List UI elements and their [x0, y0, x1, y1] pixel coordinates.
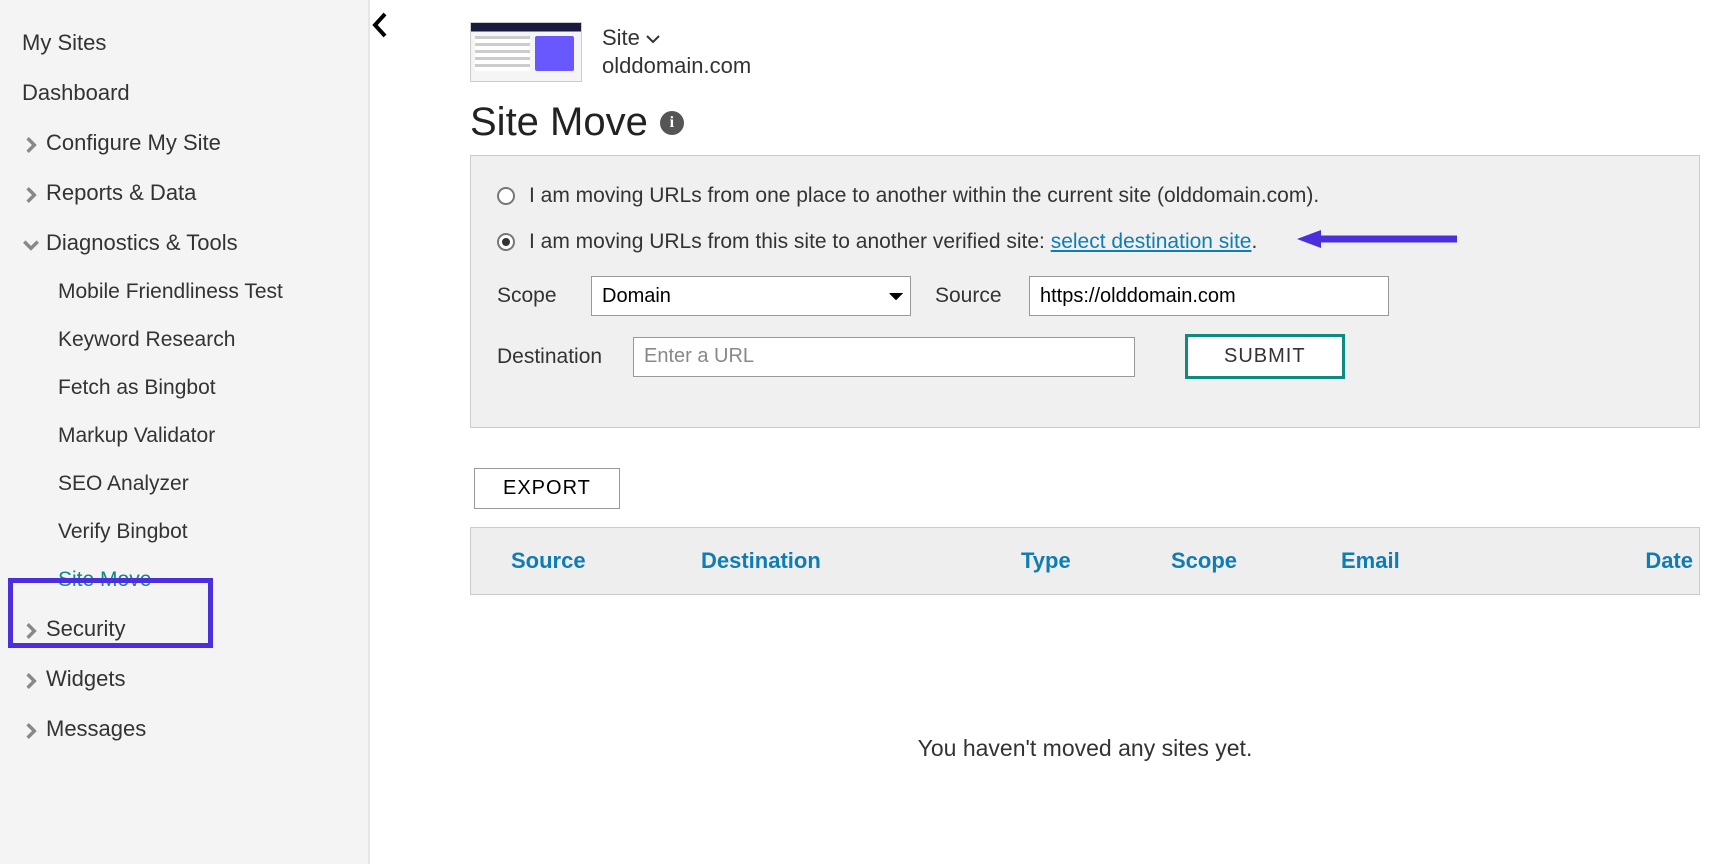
- nav-label: Mobile Friendliness Test: [58, 280, 283, 303]
- nav-label: Dashboard: [22, 80, 130, 106]
- nav-label: Widgets: [46, 666, 125, 692]
- nav-label: Messages: [46, 716, 146, 742]
- nav-label: Fetch as Bingbot: [58, 376, 216, 399]
- subnav-keyword-research[interactable]: Keyword Research: [0, 316, 368, 364]
- nav-label: Markup Validator: [58, 424, 215, 447]
- submit-button[interactable]: SUBMIT: [1185, 334, 1345, 379]
- nav-label: Configure My Site: [46, 130, 221, 156]
- nav-diagnostics-tools[interactable]: Diagnostics & Tools: [0, 218, 368, 268]
- scope-select[interactable]: Domain: [591, 276, 911, 316]
- th-destination[interactable]: Destination: [701, 548, 981, 574]
- site-move-form-panel: I am moving URLs from one place to anoth…: [470, 155, 1700, 428]
- nav-label: Site Move: [58, 568, 151, 591]
- th-date[interactable]: Date: [1613, 548, 1693, 574]
- chevron-right-icon: [22, 134, 40, 152]
- radio-other[interactable]: [497, 233, 515, 251]
- sidebar: My Sites Dashboard Configure My Site Rep…: [0, 0, 370, 864]
- main-content: Site olddomain.com Site Move i I am movi…: [370, 0, 1714, 864]
- option-prefix: I am moving URLs from this site to anoth…: [529, 230, 1051, 253]
- nav-label: My Sites: [22, 30, 106, 56]
- nav-label: Diagnostics & Tools: [46, 230, 238, 256]
- nav-security[interactable]: Security: [0, 604, 368, 654]
- radio-within[interactable]: [497, 187, 515, 205]
- collapse-sidebar-icon[interactable]: [372, 12, 388, 46]
- nav-label: Security: [46, 616, 125, 642]
- site-thumbnail[interactable]: [470, 22, 582, 82]
- chevron-right-icon: [22, 670, 40, 688]
- site-dropdown-label[interactable]: Site: [602, 25, 640, 51]
- option-move-other[interactable]: I am moving URLs from this site to anoth…: [497, 228, 1673, 256]
- info-icon[interactable]: i: [660, 111, 684, 135]
- nav-label: Keyword Research: [58, 328, 235, 351]
- destination-label: Destination: [497, 345, 619, 369]
- nav-configure-my-site[interactable]: Configure My Site: [0, 118, 368, 168]
- scope-label: Scope: [497, 284, 577, 308]
- moves-table-header: Source Destination Type Scope Email Date: [470, 527, 1700, 595]
- page-title: Site Move i: [470, 100, 1714, 145]
- option-move-within[interactable]: I am moving URLs from one place to anoth…: [497, 184, 1673, 208]
- nav-label: SEO Analyzer: [58, 472, 189, 495]
- chevron-right-icon: [22, 620, 40, 638]
- nav-label: Verify Bingbot: [58, 520, 188, 543]
- subnav-site-move[interactable]: Site Move: [0, 556, 368, 604]
- export-button[interactable]: EXPORT: [474, 468, 620, 509]
- annotation-arrow-icon: [1297, 228, 1457, 256]
- nav-label: Reports & Data: [46, 180, 196, 206]
- nav-reports-data[interactable]: Reports & Data: [0, 168, 368, 218]
- nav-widgets[interactable]: Widgets: [0, 654, 368, 704]
- th-source[interactable]: Source: [511, 548, 661, 574]
- subnav-mobile-friendliness[interactable]: Mobile Friendliness Test: [0, 268, 368, 316]
- chevron-down-icon: [22, 234, 40, 252]
- source-label: Source: [935, 284, 1015, 308]
- subnav-fetch-bingbot[interactable]: Fetch as Bingbot: [0, 364, 368, 412]
- page-title-text: Site Move: [470, 100, 648, 145]
- subnav-seo-analyzer[interactable]: SEO Analyzer: [0, 460, 368, 508]
- option-label: I am moving URLs from this site to anoth…: [529, 230, 1257, 254]
- caret-down-icon[interactable]: [646, 25, 660, 51]
- th-email[interactable]: Email: [1341, 548, 1461, 574]
- period: .: [1252, 230, 1258, 253]
- chevron-right-icon: [22, 720, 40, 738]
- source-input[interactable]: [1029, 276, 1389, 316]
- destination-input[interactable]: [633, 337, 1135, 377]
- th-scope[interactable]: Scope: [1171, 548, 1301, 574]
- chevron-right-icon: [22, 184, 40, 202]
- select-destination-link[interactable]: select destination site: [1051, 230, 1252, 253]
- nav-dashboard[interactable]: Dashboard: [0, 68, 368, 118]
- nav-messages[interactable]: Messages: [0, 704, 368, 754]
- site-header: Site olddomain.com: [470, 22, 1714, 82]
- subnav-verify-bingbot[interactable]: Verify Bingbot: [0, 508, 368, 556]
- site-url: olddomain.com: [602, 53, 751, 79]
- option-label: I am moving URLs from one place to anoth…: [529, 184, 1319, 208]
- th-type[interactable]: Type: [1021, 548, 1131, 574]
- subnav-markup-validator[interactable]: Markup Validator: [0, 412, 368, 460]
- nav-my-sites[interactable]: My Sites: [0, 18, 368, 68]
- table-empty-message: You haven't moved any sites yet.: [470, 735, 1700, 762]
